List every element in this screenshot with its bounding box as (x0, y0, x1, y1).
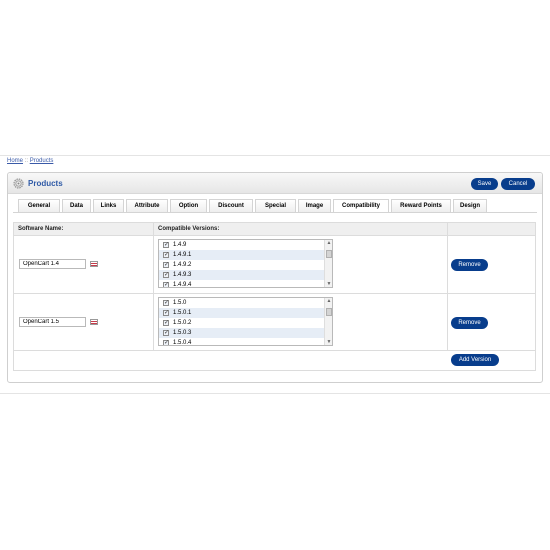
scroll-up-icon[interactable]: ▲ (326, 298, 332, 304)
save-button[interactable]: Save (471, 178, 498, 190)
tab-general[interactable]: General (18, 199, 60, 212)
scrollbar[interactable]: ▲ ▼ (324, 240, 332, 287)
table-header: Software Name: Compatible Versions: (14, 223, 535, 236)
row-divider (14, 350, 535, 351)
checkbox[interactable]: ✓ (163, 242, 169, 248)
tab-option[interactable]: Option (170, 199, 207, 212)
checkbox[interactable]: ✓ (163, 262, 169, 268)
flag-icon (90, 319, 98, 325)
checkbox[interactable]: ✓ (163, 330, 169, 336)
tab-image[interactable]: Image (298, 199, 331, 212)
list-item[interactable]: ✓ 1.5.0.3 (159, 328, 325, 338)
add-version-button[interactable]: Add Version (451, 354, 499, 366)
tab-reward-points[interactable]: Reward Points (391, 199, 451, 212)
list-item[interactable]: ✓ 1.4.9.2 (159, 260, 325, 270)
col-compatible-versions: Compatible Versions: (158, 226, 220, 232)
breadcrumb-home[interactable]: Home (7, 158, 23, 164)
checkbox[interactable]: ✓ (163, 272, 169, 278)
list-item[interactable]: ✓ 1.4.9.3 (159, 270, 325, 280)
compatibility-table: Software Name: Compatible Versions: ✓1.4… (13, 222, 536, 371)
checkbox[interactable]: ✓ (163, 340, 169, 345)
gear-icon (13, 178, 24, 189)
checkbox[interactable]: ✓ (163, 252, 169, 258)
tab-special[interactable]: Special (255, 199, 296, 212)
row-divider (14, 293, 535, 294)
cancel-button[interactable]: Cancel (501, 178, 535, 190)
tab-design[interactable]: Design (453, 199, 487, 212)
remove-button[interactable]: Remove (451, 259, 488, 271)
software-name-input[interactable] (19, 259, 86, 269)
list-item[interactable]: ✓ 1.5.0.1 (159, 308, 325, 318)
bottom-divider (0, 393, 550, 394)
scrollbar[interactable]: ▲ ▼ (324, 298, 332, 345)
breadcrumb: Home :: Products (7, 158, 53, 164)
col-software-name: Software Name: (18, 226, 64, 232)
flag-icon (90, 261, 98, 267)
scroll-thumb[interactable] (326, 308, 332, 316)
products-box: Products Save Cancel General Data Links … (7, 172, 543, 383)
top-blank-area (0, 0, 550, 155)
software-name-input[interactable] (19, 317, 86, 327)
scroll-up-icon[interactable]: ▲ (326, 240, 332, 246)
list-item[interactable]: ✓ 1.4.9.1 (159, 250, 325, 260)
scroll-down-icon[interactable]: ▼ (326, 339, 332, 345)
col-divider (447, 223, 448, 351)
tab-compatibility[interactable]: Compatibility (333, 199, 389, 213)
checkbox[interactable]: ✓ (163, 320, 169, 326)
tab-links[interactable]: Links (93, 199, 124, 212)
scroll-down-icon[interactable]: ▼ (326, 281, 332, 287)
compatible-versions-list[interactable]: ✓ 1.5.0 ✓ 1.5.0.1 ✓ 1.5.0.2 ✓ 1.5.0.3 ✓ 1.5.0… (158, 297, 333, 346)
tab-attribute[interactable]: Attribute (126, 199, 168, 212)
checkbox[interactable]: ✓ (163, 310, 169, 316)
tab-data[interactable]: Data (62, 199, 91, 212)
checkbox[interactable]: ✓ (163, 282, 169, 287)
list-item[interactable]: ✓ 1.5.0 (159, 298, 325, 308)
list-item[interactable]: ✓ 1.5.0.4 (159, 338, 325, 345)
box-heading: Products Save Cancel (8, 173, 542, 194)
compatible-versions-list[interactable]: ✓ 1.4.9 ✓ 1.4.9.1 ✓ 1.4.9.2 ✓ 1.4.9.3 ✓ 1.4.9… (158, 239, 333, 288)
tab-discount[interactable]: Discount (209, 199, 253, 212)
page-title: Products (28, 179, 63, 188)
list-item[interactable]: ✓ 1.4.9.4 (159, 280, 325, 287)
scroll-thumb[interactable] (326, 250, 332, 258)
checkbox[interactable]: ✓ (163, 300, 169, 306)
list-item[interactable]: ✓ 1.4.9 (159, 240, 325, 250)
breadcrumb-separator: :: (24, 158, 29, 164)
breadcrumb-products[interactable]: Products (30, 158, 54, 164)
tabs-divider (13, 212, 537, 213)
remove-button[interactable]: Remove (451, 317, 488, 329)
col-divider (153, 223, 154, 351)
list-item[interactable]: ✓ 1.5.0.2 (159, 318, 325, 328)
